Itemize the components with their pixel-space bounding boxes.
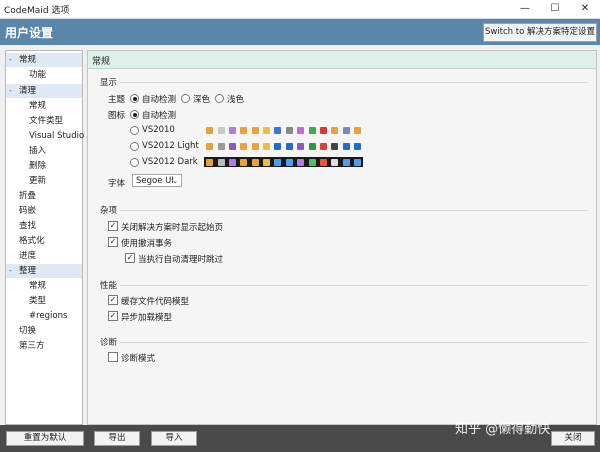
header-title: 用户设置 xyxy=(5,26,54,40)
collapse-icon[interactable]: - xyxy=(9,264,12,278)
tree-item-update[interactable]: 更新 xyxy=(29,174,46,188)
section-divider xyxy=(120,342,588,343)
tree-item-digging[interactable]: 码嵌 xyxy=(19,204,36,218)
theme-dark-label[interactable]: 深色 xyxy=(193,93,210,105)
tree-item-types[interactable]: 类型 xyxy=(29,294,46,308)
section-display-title: 显示 xyxy=(100,78,118,88)
section-divider xyxy=(120,210,588,211)
icon-vs2012-dark-label[interactable]: VS2012 Dark xyxy=(142,157,198,167)
watermark: 知乎 @懒得勤快 xyxy=(455,422,551,437)
font-label: 字体 xyxy=(108,179,126,189)
tree-item-remove[interactable]: 删除 xyxy=(29,159,46,173)
close-icon[interactable]: ✕ xyxy=(570,0,600,18)
theme-label: 主题 xyxy=(108,95,126,105)
minimize-icon[interactable]: — xyxy=(510,0,540,18)
tree-item-regions[interactable]: #regions xyxy=(29,309,67,323)
tree-item-cleanup-general[interactable]: 常规 xyxy=(29,99,46,113)
tree-item-formatting[interactable]: 格式化 xyxy=(19,234,45,248)
icon-vs2012-light-label[interactable]: VS2012 Light xyxy=(142,141,199,151)
export-button[interactable]: 导出 xyxy=(94,431,140,446)
close-button[interactable]: 关闭 xyxy=(551,431,595,446)
tree-item-features[interactable]: 功能 xyxy=(29,68,46,82)
tree-item-file-types[interactable]: 文件类型 xyxy=(29,114,63,128)
vs2010-icon-preview xyxy=(204,125,363,135)
tree-item-reorg-general[interactable]: 常规 xyxy=(29,279,46,293)
options-tree: - 常规 功能 - 清理 常规 文件类型 Visual Studio 插入 删除 更… xyxy=(5,50,84,425)
tree-item-reorganizing[interactable]: - 整理 xyxy=(6,264,82,278)
section-divider xyxy=(120,285,588,286)
window-titlebar: CodeMaid 选项 — ☐ ✕ xyxy=(0,0,600,19)
cache-code-model-checkbox[interactable]: ✓ xyxy=(108,295,118,305)
icon-vs2010-label[interactable]: VS2010 xyxy=(142,125,175,135)
icon-vs2012-dark-radio[interactable] xyxy=(130,158,139,167)
panel-title: 常规 xyxy=(92,57,111,67)
show-start-page-checkbox[interactable]: ✓ xyxy=(108,221,118,231)
maximize-icon[interactable]: ☐ xyxy=(540,0,570,18)
import-button[interactable]: 导入 xyxy=(151,431,197,446)
tree-item-finding[interactable]: 查找 xyxy=(19,219,36,233)
theme-light-label[interactable]: 浅色 xyxy=(227,93,244,105)
icon-vs2012-light-radio[interactable] xyxy=(130,142,139,151)
skip-auto-cleanup-checkbox[interactable]: ✓ xyxy=(125,253,135,263)
icon-label: 图标 xyxy=(108,111,126,121)
theme-auto-radio[interactable] xyxy=(130,94,139,103)
tree-item-insert[interactable]: 插入 xyxy=(29,144,46,158)
panel-header: 常规 xyxy=(88,51,596,69)
chevron-down-icon: ⌄ xyxy=(172,177,178,185)
collapse-icon[interactable]: - xyxy=(9,53,12,67)
window-title: CodeMaid 选项 xyxy=(4,6,70,16)
collapse-icon[interactable]: - xyxy=(9,84,12,98)
tree-item-switching[interactable]: 切换 xyxy=(19,324,36,338)
reset-defaults-button[interactable]: 重置为默认 xyxy=(6,431,84,446)
switch-solution-settings-button[interactable]: Switch to 解决方案特定设置 xyxy=(483,23,597,42)
tree-item-cleanup[interactable]: - 清理 xyxy=(6,84,82,98)
tree-item-general[interactable]: - 常规 xyxy=(6,53,82,67)
settings-header: 用户设置 Switch to 解决方案特定设置 xyxy=(0,19,600,45)
theme-auto-label[interactable]: 自动检测 xyxy=(142,93,176,105)
section-diagnostics-title: 诊断 xyxy=(100,338,118,348)
undo-transactions-label[interactable]: 使用撤消事务 xyxy=(121,237,172,249)
icon-auto-label[interactable]: 自动检测 xyxy=(142,109,176,121)
theme-light-radio[interactable] xyxy=(215,94,224,103)
section-performance-title: 性能 xyxy=(100,281,118,291)
undo-transactions-checkbox[interactable]: ✓ xyxy=(108,237,118,247)
tree-item-visual-studio[interactable]: Visual Studio xyxy=(29,129,84,143)
tree-item-progressing[interactable]: 进度 xyxy=(19,249,36,263)
font-select[interactable]: Segoe UI ⌄ xyxy=(132,174,182,187)
vs2012-dark-icon-preview xyxy=(204,157,364,167)
diagnostic-mode-label[interactable]: 诊断模式 xyxy=(121,352,155,364)
tree-item-third-party[interactable]: 第三方 xyxy=(19,339,45,353)
async-load-label[interactable]: 异步加载模型 xyxy=(121,311,172,323)
icon-vs2010-radio[interactable] xyxy=(130,126,139,135)
font-select-value: Segoe UI xyxy=(136,176,174,186)
theme-dark-radio[interactable] xyxy=(181,94,190,103)
section-divider xyxy=(120,82,588,83)
section-misc-title: 杂项 xyxy=(100,206,118,216)
icon-auto-radio[interactable] xyxy=(130,110,139,119)
show-start-page-label[interactable]: 关闭解决方案时显示起始页 xyxy=(121,221,223,233)
diagnostic-mode-checkbox[interactable] xyxy=(108,352,118,362)
tree-item-collapse[interactable]: 折叠 xyxy=(19,189,36,203)
async-load-checkbox[interactable]: ✓ xyxy=(108,311,118,321)
skip-auto-cleanup-label[interactable]: 当执行自动清理时跳过 xyxy=(138,253,223,265)
cache-code-model-label[interactable]: 缓存文件代码模型 xyxy=(121,295,189,307)
settings-panel: 常规 显示 主题 自动检测 深色 浅色 图标 自动检测 VS2010 VS201… xyxy=(87,50,597,425)
vs2012-light-icon-preview xyxy=(204,141,363,151)
